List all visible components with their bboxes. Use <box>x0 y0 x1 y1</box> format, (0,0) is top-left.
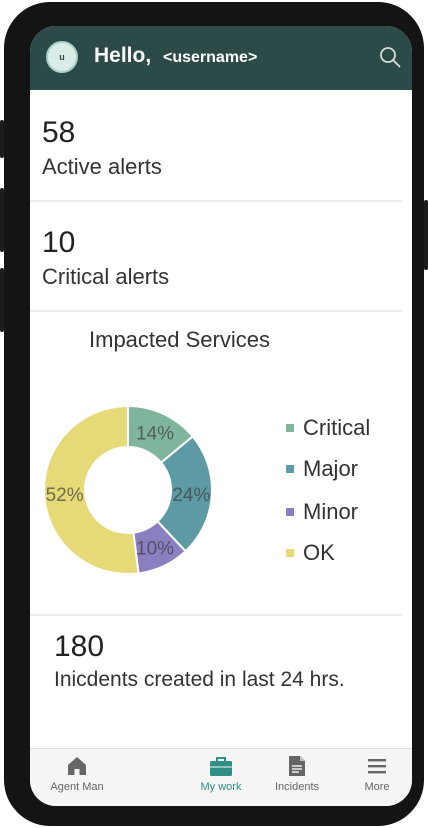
legend-label-minor: Minor <box>303 499 359 524</box>
slice-label-major: 24% <box>172 485 210 506</box>
legend-swatch-ok <box>286 549 294 557</box>
legend-swatch-critical <box>286 424 294 432</box>
active-alerts-label: Active alerts <box>42 154 162 179</box>
critical-alerts-count: 10 <box>42 226 76 259</box>
side-button-left-2 <box>0 188 4 252</box>
nav-item-my-work[interactable]: My work <box>186 755 256 793</box>
legend-swatch-minor <box>286 508 294 516</box>
critical-alerts-card[interactable]: 10 Critical alerts <box>30 202 402 310</box>
divider <box>30 310 402 312</box>
avatar-text: u <box>59 52 65 62</box>
incidents-count: 180 <box>54 630 105 663</box>
incidents-card[interactable]: 180 Inicdents created in last 24 hrs. <box>30 616 402 746</box>
side-button-left-1 <box>0 120 4 158</box>
impacted-services-title: Impacted Services <box>89 327 270 352</box>
legend-label-ok: OK <box>303 540 335 565</box>
nav-item-more[interactable]: More <box>342 755 412 793</box>
document-icon <box>289 756 305 776</box>
nav-item-agent[interactable]: Agent Man <box>42 755 112 793</box>
username: <username> <box>163 49 258 66</box>
slice-label-minor: 10% <box>136 538 174 559</box>
greeting: Hello, <box>94 44 152 67</box>
slice-label-critical: 14% <box>136 424 174 445</box>
impacted-services-donut-chart[interactable]: 14% 24% 10% 52% <box>42 394 214 586</box>
active-alerts-card[interactable]: 58 Active alerts <box>30 90 402 200</box>
slice-label-ok: 52% <box>46 485 84 506</box>
legend-item-major: Major <box>286 456 358 482</box>
home-icon <box>68 757 86 775</box>
incidents-label: Inicdents created in last 24 hrs. <box>54 668 345 691</box>
nav-item-incidents[interactable]: Incidents <box>262 755 332 793</box>
screen: u Hello, <username> 58 Active alerts 10 … <box>30 26 412 806</box>
legend-item-minor: Minor <box>286 499 358 525</box>
critical-alerts-label: Critical alerts <box>42 264 170 289</box>
phone-frame: u Hello, <username> 58 Active alerts 10 … <box>0 2 428 826</box>
search-icon[interactable] <box>378 45 402 69</box>
legend-item-critical: Critical <box>286 415 370 441</box>
legend-swatch-major <box>286 465 294 473</box>
legend-label-critical: Critical <box>303 415 371 440</box>
nav-label-my-work: My work <box>200 781 242 793</box>
nav-label-incidents: Incidents <box>274 781 320 793</box>
bottom-navigation: Agent Man My work Incidents More <box>30 748 412 806</box>
side-button-right <box>424 200 428 270</box>
avatar[interactable]: u <box>46 41 78 73</box>
legend-item-ok: OK <box>286 540 335 566</box>
briefcase-icon <box>210 757 232 776</box>
nav-label-more: More <box>364 781 390 793</box>
menu-icon <box>368 759 386 774</box>
side-button-left-3 <box>0 268 4 332</box>
app-header: u Hello, <username> <box>30 26 412 90</box>
legend-label-major: Major <box>303 456 359 481</box>
nav-label-agent: Agent Man <box>50 781 104 793</box>
active-alerts-count: 58 <box>42 116 76 149</box>
